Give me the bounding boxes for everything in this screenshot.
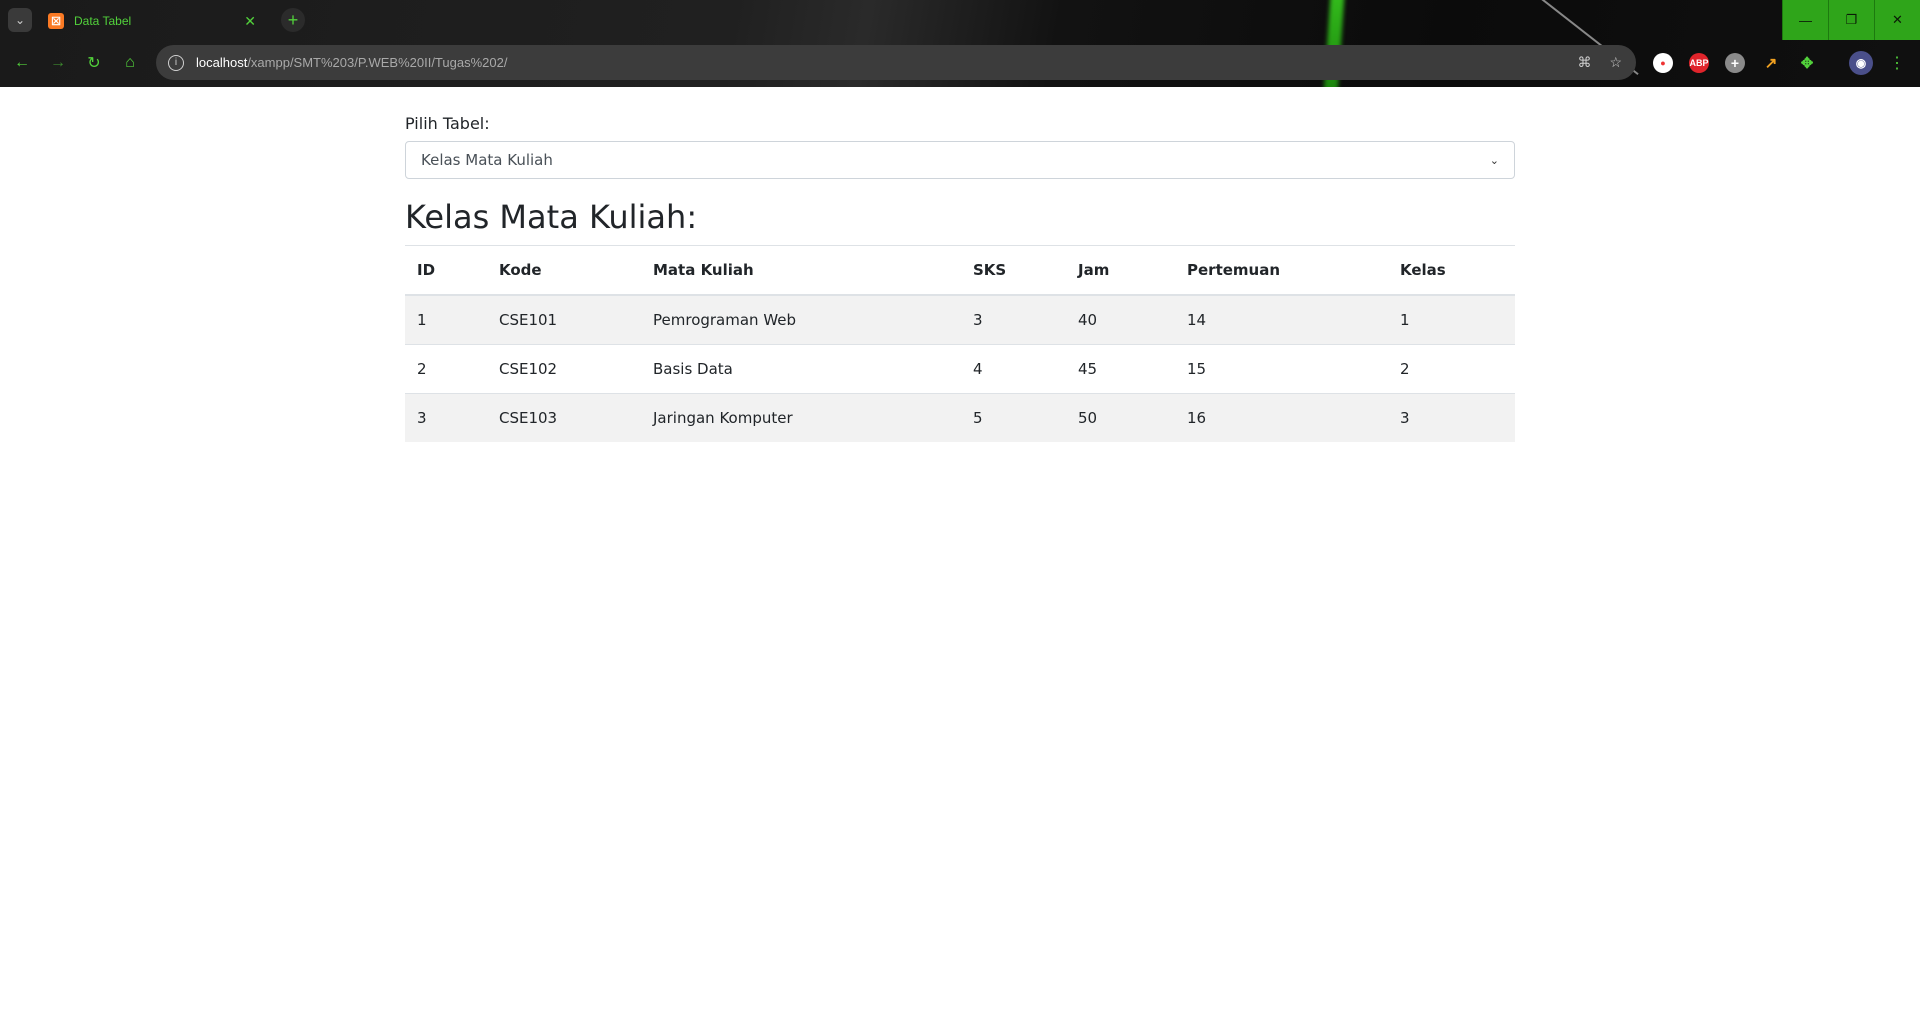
site-info-icon[interactable]: i bbox=[168, 54, 184, 71]
table-select[interactable]: Kelas Mata Kuliah ⌄ bbox=[405, 141, 1515, 179]
chevron-down-icon: ⌄ bbox=[1489, 153, 1499, 167]
column-header-kode: Kode bbox=[487, 245, 641, 296]
column-header-kelas: Kelas bbox=[1388, 245, 1515, 296]
table-row: 2 CSE102 Basis Data 4 45 15 2 bbox=[405, 344, 1515, 394]
cell-pertemuan: 15 bbox=[1175, 344, 1388, 394]
bookmark-star-icon[interactable]: ☆ bbox=[1609, 54, 1622, 71]
page-content: Pilih Tabel: Kelas Mata Kuliah ⌄ Kelas M… bbox=[405, 87, 1515, 442]
tab-search-button[interactable]: ⌄ bbox=[8, 8, 32, 32]
browser-tab[interactable]: ☒ Data Tabel ✕ bbox=[38, 4, 270, 38]
cell-kelas: 1 bbox=[1388, 294, 1515, 345]
column-header-id: ID bbox=[405, 245, 487, 296]
table-header-row: ID Kode Mata Kuliah SKS Jam Pertemuan Ke… bbox=[405, 245, 1515, 296]
url-path: /xampp/SMT%203/P.WEB%20II/Tugas%202/ bbox=[247, 55, 508, 70]
cell-pertemuan: 16 bbox=[1175, 393, 1388, 442]
xampp-favicon-icon: ☒ bbox=[48, 13, 64, 29]
cell-kelas: 2 bbox=[1388, 344, 1515, 394]
cell-id: 2 bbox=[405, 344, 487, 394]
reload-icon[interactable]: ↻ bbox=[82, 51, 106, 75]
window-controls: — ❐ ✕ bbox=[1782, 0, 1920, 40]
forward-arrow-icon[interactable]: → bbox=[46, 51, 70, 75]
extension-icon-4[interactable]: ↗ bbox=[1761, 53, 1781, 73]
cell-id: 3 bbox=[405, 393, 487, 442]
address-url[interactable]: localhost/xampp/SMT%203/P.WEB%20II/Tugas… bbox=[196, 55, 507, 70]
cell-jam: 40 bbox=[1066, 294, 1175, 345]
home-icon[interactable]: ⌂ bbox=[118, 51, 142, 75]
column-header-mata-kuliah: Mata Kuliah bbox=[641, 245, 961, 296]
minimize-button[interactable]: — bbox=[1782, 0, 1828, 40]
adblock-plus-icon[interactable]: ABP bbox=[1689, 53, 1709, 73]
close-window-button[interactable]: ✕ bbox=[1874, 0, 1920, 40]
cell-kode: CSE102 bbox=[487, 344, 641, 394]
cell-mata-kuliah: Pemrograman Web bbox=[641, 294, 961, 345]
column-header-jam: Jam bbox=[1066, 245, 1175, 296]
table-row: 3 CSE103 Jaringan Komputer 5 50 16 3 bbox=[405, 393, 1515, 442]
cell-jam: 45 bbox=[1066, 344, 1175, 394]
cell-kode: CSE103 bbox=[487, 393, 641, 442]
cell-pertemuan: 14 bbox=[1175, 294, 1388, 345]
browser-toolbar: ← → ↻ ⌂ i localhost/xampp/SMT%203/P.WEB%… bbox=[0, 45, 1920, 81]
cell-mata-kuliah: Basis Data bbox=[641, 344, 961, 394]
column-header-pertemuan: Pertemuan bbox=[1175, 245, 1388, 296]
address-bar[interactable]: i localhost/xampp/SMT%203/P.WEB%20II/Tug… bbox=[156, 45, 1636, 80]
tab-title: Data Tabel bbox=[74, 14, 132, 28]
cell-sks: 5 bbox=[961, 393, 1066, 442]
extension-icon-1[interactable]: ● bbox=[1653, 53, 1673, 73]
column-header-sks: SKS bbox=[961, 245, 1066, 296]
new-tab-button[interactable]: + bbox=[281, 8, 305, 32]
cell-jam: 50 bbox=[1066, 393, 1175, 442]
profile-avatar[interactable]: ◉ bbox=[1849, 51, 1873, 75]
page-title: Kelas Mata Kuliah: bbox=[405, 198, 698, 236]
cell-sks: 4 bbox=[961, 344, 1066, 394]
extensions-puzzle-icon[interactable]: ✥ bbox=[1797, 53, 1817, 73]
cell-kelas: 3 bbox=[1388, 393, 1515, 442]
select-label: Pilih Tabel: bbox=[405, 114, 490, 133]
extension-plus-icon[interactable]: + bbox=[1725, 53, 1745, 73]
cell-mata-kuliah: Jaringan Komputer bbox=[641, 393, 961, 442]
table-select-value: Kelas Mata Kuliah bbox=[421, 151, 553, 169]
back-arrow-icon[interactable]: ← bbox=[10, 51, 34, 75]
url-host: localhost bbox=[196, 55, 248, 70]
cell-kode: CSE101 bbox=[487, 294, 641, 345]
tab-close-icon[interactable]: ✕ bbox=[244, 13, 256, 30]
cell-id: 1 bbox=[405, 294, 487, 345]
browser-chrome: ⌄ ☒ Data Tabel ✕ + — ❐ ✕ ← → ↻ ⌂ i local… bbox=[0, 0, 1920, 87]
restore-button[interactable]: ❐ bbox=[1828, 0, 1874, 40]
browser-menu-icon[interactable]: ⋮ bbox=[1885, 51, 1909, 75]
table-row: 1 CSE101 Pemrograman Web 3 40 14 1 bbox=[405, 294, 1515, 345]
data-table: ID Kode Mata Kuliah SKS Jam Pertemuan Ke… bbox=[405, 245, 1515, 442]
translate-icon[interactable]: ⌘ bbox=[1577, 54, 1591, 71]
cell-sks: 3 bbox=[961, 294, 1066, 345]
